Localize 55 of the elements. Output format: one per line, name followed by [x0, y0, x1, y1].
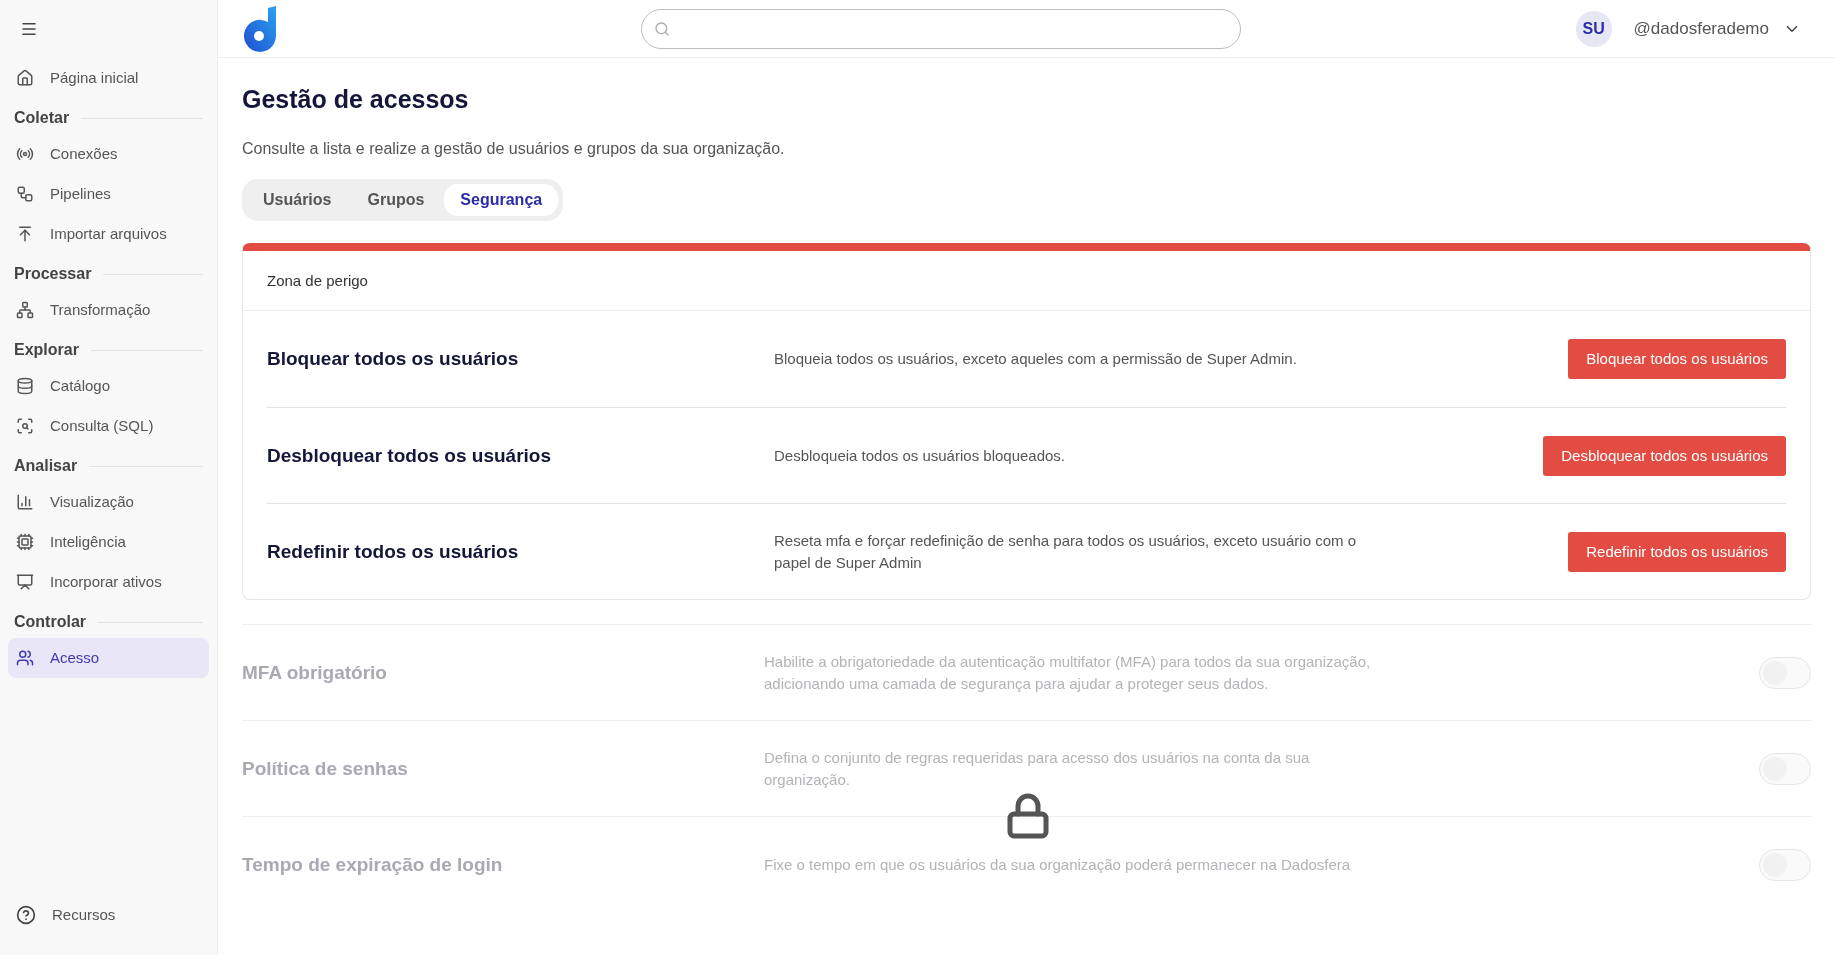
section-heading: Processar [14, 264, 92, 284]
section-heading: Controlar [14, 612, 86, 632]
setting-description: Habilite a obrigatoriedade da autenticação multifator (MFA) para todos da sua organização, adicionando uma camada de segurança para ajudar a proteger seus dados. [764, 651, 1372, 694]
sidebar-item[interactable]: Recursos [8, 895, 209, 935]
nav-icon [16, 573, 34, 591]
nav-icon [16, 69, 34, 87]
page-title: Gestão de acessos [242, 84, 470, 115]
setting-description: Defina o conjunto de regras requeridas para acesso dos usuários na conta da sua organização. [764, 747, 1311, 790]
sidebar-item[interactable]: Consulta (SQL) [8, 406, 209, 446]
row-title: Redefinir todos os usuários [267, 539, 520, 564]
sidebar-item[interactable]: Visualização [8, 482, 209, 522]
row-title: Bloquear todos os usuários [267, 347, 520, 371]
danger-button[interactable]: Bloquear todos os usuários [1568, 339, 1786, 380]
sidebar-item[interactable]: Catálogo [8, 366, 209, 406]
search-icon [653, 20, 670, 37]
nav-icon [16, 649, 34, 667]
username: @dadosferademo [1633, 17, 1769, 40]
avatar[interactable]: SU [1575, 10, 1612, 47]
row-description: Reseta mfa e forçar redefinição de senha para todos os usuários, exceto usuário com o papel de Super Admin [774, 530, 1357, 573]
row-description: Desbloqueia todos os usuários bloqueados. [774, 445, 1067, 466]
page-description: Consulte a lista e realize a gestão de usuários e grupos da sua organização. [242, 139, 786, 160]
sidebar-item[interactable]: Incorporar ativos [8, 562, 209, 602]
tab[interactable]: Segurança [444, 184, 559, 217]
setting-title: Política de senhas [242, 756, 409, 781]
help-icon [16, 905, 36, 925]
sidebar-item[interactable]: Acesso [8, 638, 209, 678]
sidebar-item[interactable]: Página inicial [8, 58, 209, 98]
row-description: Bloqueia todos os usuários, exceto aqueles com a permissão de Super Admin. [774, 349, 1298, 370]
section-heading: Explorar [14, 340, 79, 360]
nav-icon [16, 185, 34, 203]
row-title: Desbloquear todos os usuários [267, 443, 552, 468]
sidebar-item[interactable]: Transformação [8, 290, 209, 330]
setting-description: Fixe o tempo em que os usuários da sua organização poderá permanecer na Dadosfera [764, 854, 1352, 875]
sidebar-item[interactable]: Conexões [8, 134, 209, 174]
sidebar-item[interactable]: Inteligência [8, 522, 209, 562]
nav-icon [16, 533, 34, 551]
tab[interactable]: Usuários [247, 184, 348, 217]
section-heading: Analisar [14, 456, 78, 476]
card-title: Zona de perigo [267, 270, 368, 291]
logo-icon[interactable] [242, 5, 276, 52]
nav-icon [16, 145, 34, 163]
danger-button[interactable]: Redefinir todos os usuários [1568, 531, 1786, 572]
nav-icon [16, 225, 34, 243]
nav-icon [16, 377, 34, 395]
nav-icon [16, 417, 34, 435]
sidebar-item[interactable]: Pipelines [8, 174, 209, 214]
nav-icon [16, 301, 34, 319]
section-heading: Coletar [14, 108, 70, 128]
danger-button[interactable]: Desbloquear todos os usuários [1543, 435, 1786, 476]
nav-icon [16, 493, 34, 511]
setting-title: Tempo de expiração de login [242, 852, 504, 877]
tab[interactable]: Grupos [351, 184, 441, 217]
menu-icon[interactable] [20, 20, 38, 38]
setting-title: MFA obrigatório [242, 660, 388, 685]
sidebar-item[interactable]: Importar arquivos [8, 214, 209, 254]
